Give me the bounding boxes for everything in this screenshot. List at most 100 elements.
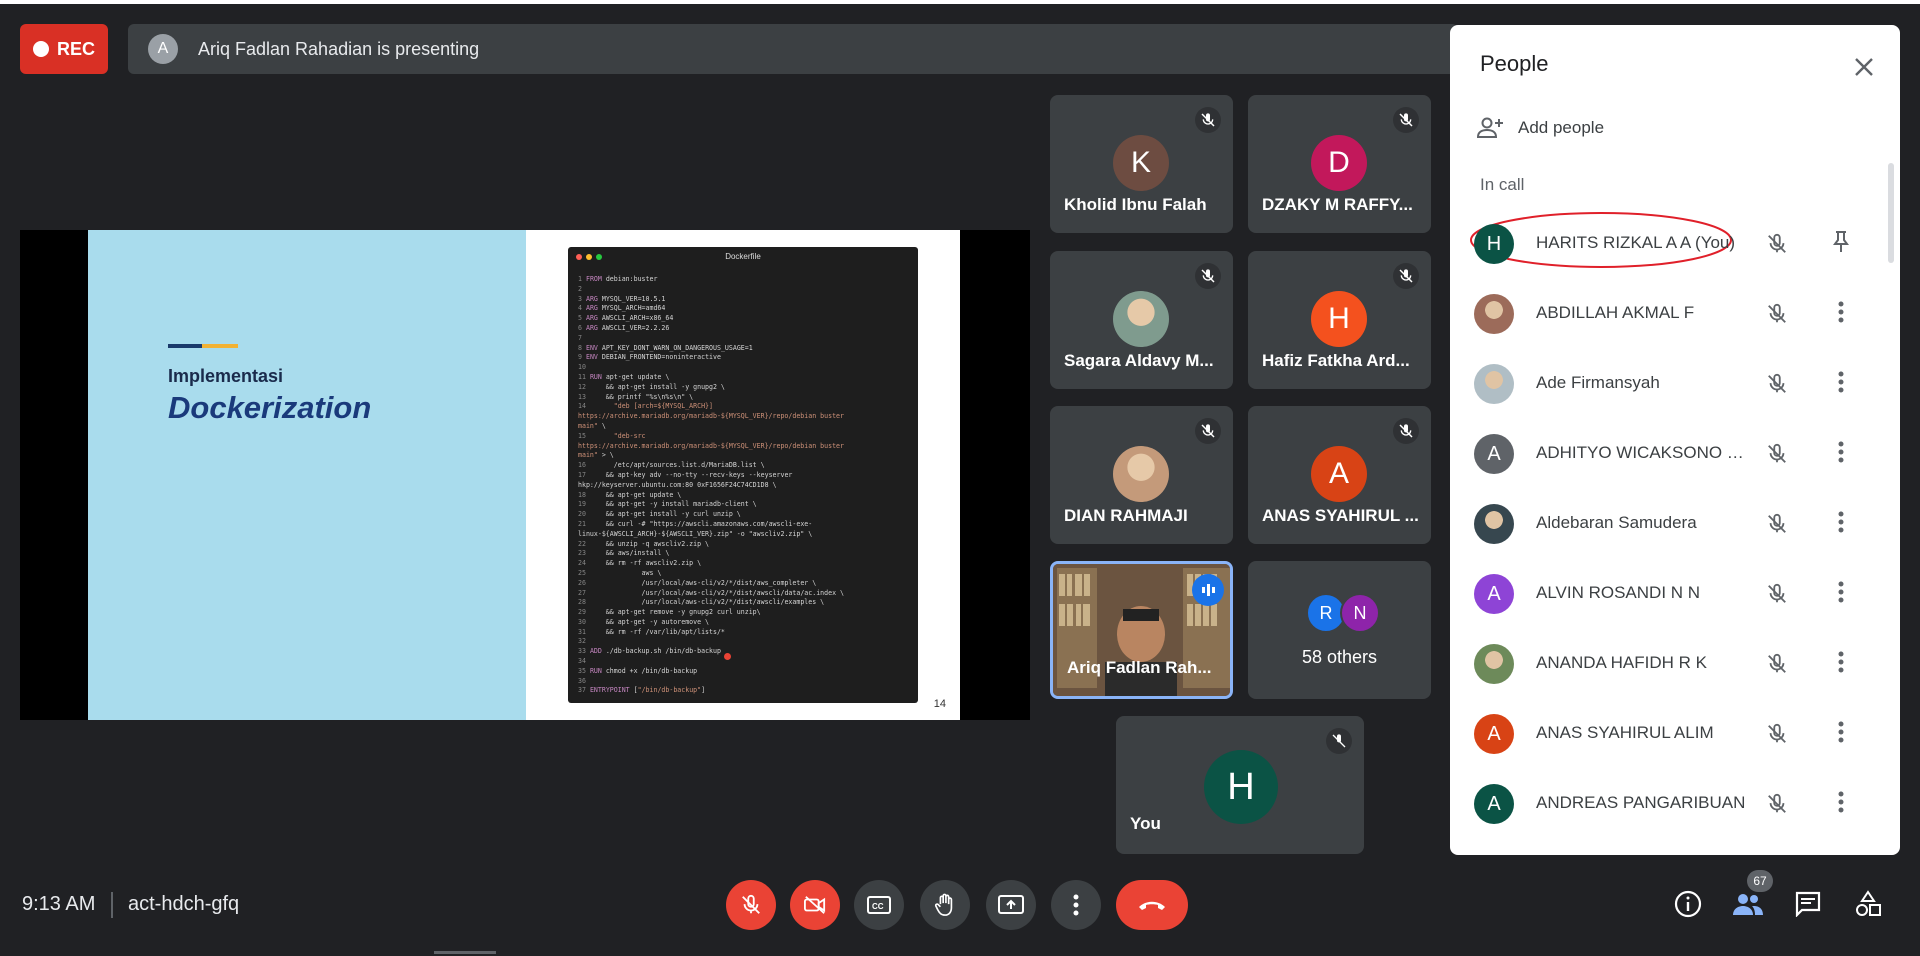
chat-button[interactable] <box>1790 886 1826 922</box>
people-icon <box>1733 894 1763 915</box>
more-options-button[interactable] <box>1826 719 1856 749</box>
speaker-name: Ariq Fadlan Rah... <box>1067 658 1212 677</box>
window-top-edge <box>0 0 1920 4</box>
participant-tile[interactable]: D DZAKY M RAFFY... <box>1248 95 1431 233</box>
more-vert-icon <box>1073 894 1079 916</box>
participant-tile[interactable]: A ANAS SYAHIRUL ... <box>1248 406 1431 544</box>
raise-hand-button[interactable] <box>920 880 970 930</box>
pin-button[interactable] <box>1826 229 1856 259</box>
more-icon <box>1838 721 1844 748</box>
avatar-initial: H <box>1486 232 1502 255</box>
mic-off-icon <box>742 894 760 914</box>
maximize-dot-icon <box>596 254 602 260</box>
participant-row[interactable]: ANANDA HAFIDH R K <box>1450 629 1900 699</box>
presentation-slide: Implementasi Dockerization Dockerfile 1 … <box>88 230 960 720</box>
more-icon <box>1838 651 1844 678</box>
present-screen-button[interactable] <box>986 880 1036 930</box>
participant-name: Aldebaran Samudera <box>1536 513 1697 532</box>
more-options-button[interactable] <box>1051 880 1101 930</box>
others-count: 58 others <box>1301 647 1378 667</box>
participant-name: Ade Firmansyah <box>1536 373 1660 392</box>
more-icon <box>1838 441 1844 468</box>
participant-avatar <box>1474 294 1514 334</box>
avatar-photo <box>1474 364 1514 404</box>
more-options-button[interactable] <box>1826 509 1856 539</box>
dockerfile-code: 1 FROM debian:buster 2 3 ARG MYSQL_VER=1… <box>578 275 844 695</box>
record-dot-icon <box>32 41 49 57</box>
participant-name: ABDILLAH AKMAL F <box>1536 303 1695 322</box>
participant-avatar: A <box>1474 434 1514 474</box>
muted-mic-icon <box>1762 509 1792 539</box>
self-view-tile[interactable]: H You <box>1116 716 1364 854</box>
participant-name: Sagara Aldavy M... <box>1064 351 1214 370</box>
participant-row[interactable]: H HARITS RIZKAL A A (You) <box>1450 209 1900 279</box>
meeting-details-button[interactable] <box>1670 886 1706 922</box>
participant-name: Kholid Ibnu Falah <box>1064 195 1207 214</box>
participant-avatar <box>1474 644 1514 684</box>
muted-mic-icon <box>1762 789 1792 819</box>
taskbar-indicator <box>434 951 496 954</box>
muted-mic-icon <box>1393 107 1419 133</box>
microphone-toggle-button[interactable] <box>726 880 776 930</box>
muted-mic-icon <box>1762 649 1792 679</box>
participant-avatar: K <box>1113 135 1169 191</box>
participant-name: ANAS SYAHIRUL ... <box>1262 506 1419 525</box>
clock: 9:13 AM <box>22 893 96 915</box>
add-people-button[interactable]: Add people <box>1476 117 1604 139</box>
more-options-button[interactable] <box>1826 789 1856 819</box>
participant-row[interactable]: ABDILLAH AKMAL F <box>1450 279 1900 349</box>
participant-count-badge: 67 <box>1747 870 1773 892</box>
info-icon <box>1674 890 1702 918</box>
participant-tile[interactable]: Sagara Aldavy M... <box>1050 251 1233 389</box>
activities-button[interactable] <box>1850 886 1886 922</box>
muted-mic-icon <box>1195 107 1221 133</box>
camera-toggle-button[interactable] <box>790 880 840 930</box>
avatar-photo <box>1474 294 1514 334</box>
participant-tile[interactable]: K Kholid Ibnu Falah <box>1050 95 1233 233</box>
more-icon <box>1838 511 1844 538</box>
panel-title: People <box>1480 51 1549 76</box>
participant-avatar: H <box>1474 224 1514 264</box>
minimize-dot-icon <box>586 254 592 260</box>
participant-avatar <box>1474 504 1514 544</box>
participant-row[interactable]: A ANAS SYAHIRUL ALIM <box>1450 699 1900 769</box>
participant-row[interactable]: A ANDREAS PANGARIBUAN <box>1450 769 1900 839</box>
participant-tile[interactable]: H Hafiz Fatkha Ard... <box>1248 251 1431 389</box>
slide-accent-bar-2 <box>202 344 238 348</box>
participant-row[interactable]: Aldebaran Samudera <box>1450 489 1900 559</box>
more-icon <box>1838 301 1844 328</box>
more-options-button[interactable] <box>1826 299 1856 329</box>
leave-call-button[interactable] <box>1116 880 1188 930</box>
participant-photo <box>1113 291 1169 347</box>
presentation-view[interactable]: Implementasi Dockerization Dockerfile 1 … <box>20 230 1030 720</box>
participant-tile[interactable]: DIAN RAHMAJI <box>1050 406 1233 544</box>
divider <box>111 892 113 918</box>
people-list: H HARITS RIZKAL A A (You) ABDILLAH AKMAL… <box>1450 209 1900 839</box>
others-tile[interactable]: R N 58 others <box>1248 561 1431 699</box>
recording-indicator[interactable]: REC <box>20 24 108 74</box>
participant-name: DZAKY M RAFFY... <box>1262 195 1413 214</box>
slide-left-panel: Implementasi Dockerization <box>88 230 526 720</box>
muted-mic-icon <box>1762 719 1792 749</box>
slide-title: Dockerization <box>168 390 372 425</box>
pin-icon <box>1833 230 1849 259</box>
avatar-photo <box>1474 504 1514 544</box>
more-options-button[interactable] <box>1826 579 1856 609</box>
muted-mic-icon <box>1762 299 1792 329</box>
more-options-button[interactable] <box>1826 649 1856 679</box>
participant-row[interactable]: Ade Firmansyah <box>1450 349 1900 419</box>
participant-avatar: D <box>1311 135 1367 191</box>
participant-row[interactable]: A ADHITYO WICAKSONO P... <box>1450 419 1900 489</box>
avatar-photo <box>1474 644 1514 684</box>
avatar-initial: A <box>1487 792 1501 815</box>
chat-icon <box>1795 891 1821 917</box>
speaker-tile[interactable]: Ariq Fadlan Rah... <box>1050 561 1233 699</box>
close-panel-button[interactable] <box>1850 53 1878 81</box>
muted-mic-icon <box>1762 369 1792 399</box>
participant-row[interactable]: A ALVIN ROSANDI N N <box>1450 559 1900 629</box>
more-options-button[interactable] <box>1826 369 1856 399</box>
more-options-button[interactable] <box>1826 439 1856 469</box>
muted-mic-icon <box>1326 728 1352 754</box>
captions-button[interactable]: CC <box>854 880 904 930</box>
close-dot-icon <box>576 254 582 260</box>
